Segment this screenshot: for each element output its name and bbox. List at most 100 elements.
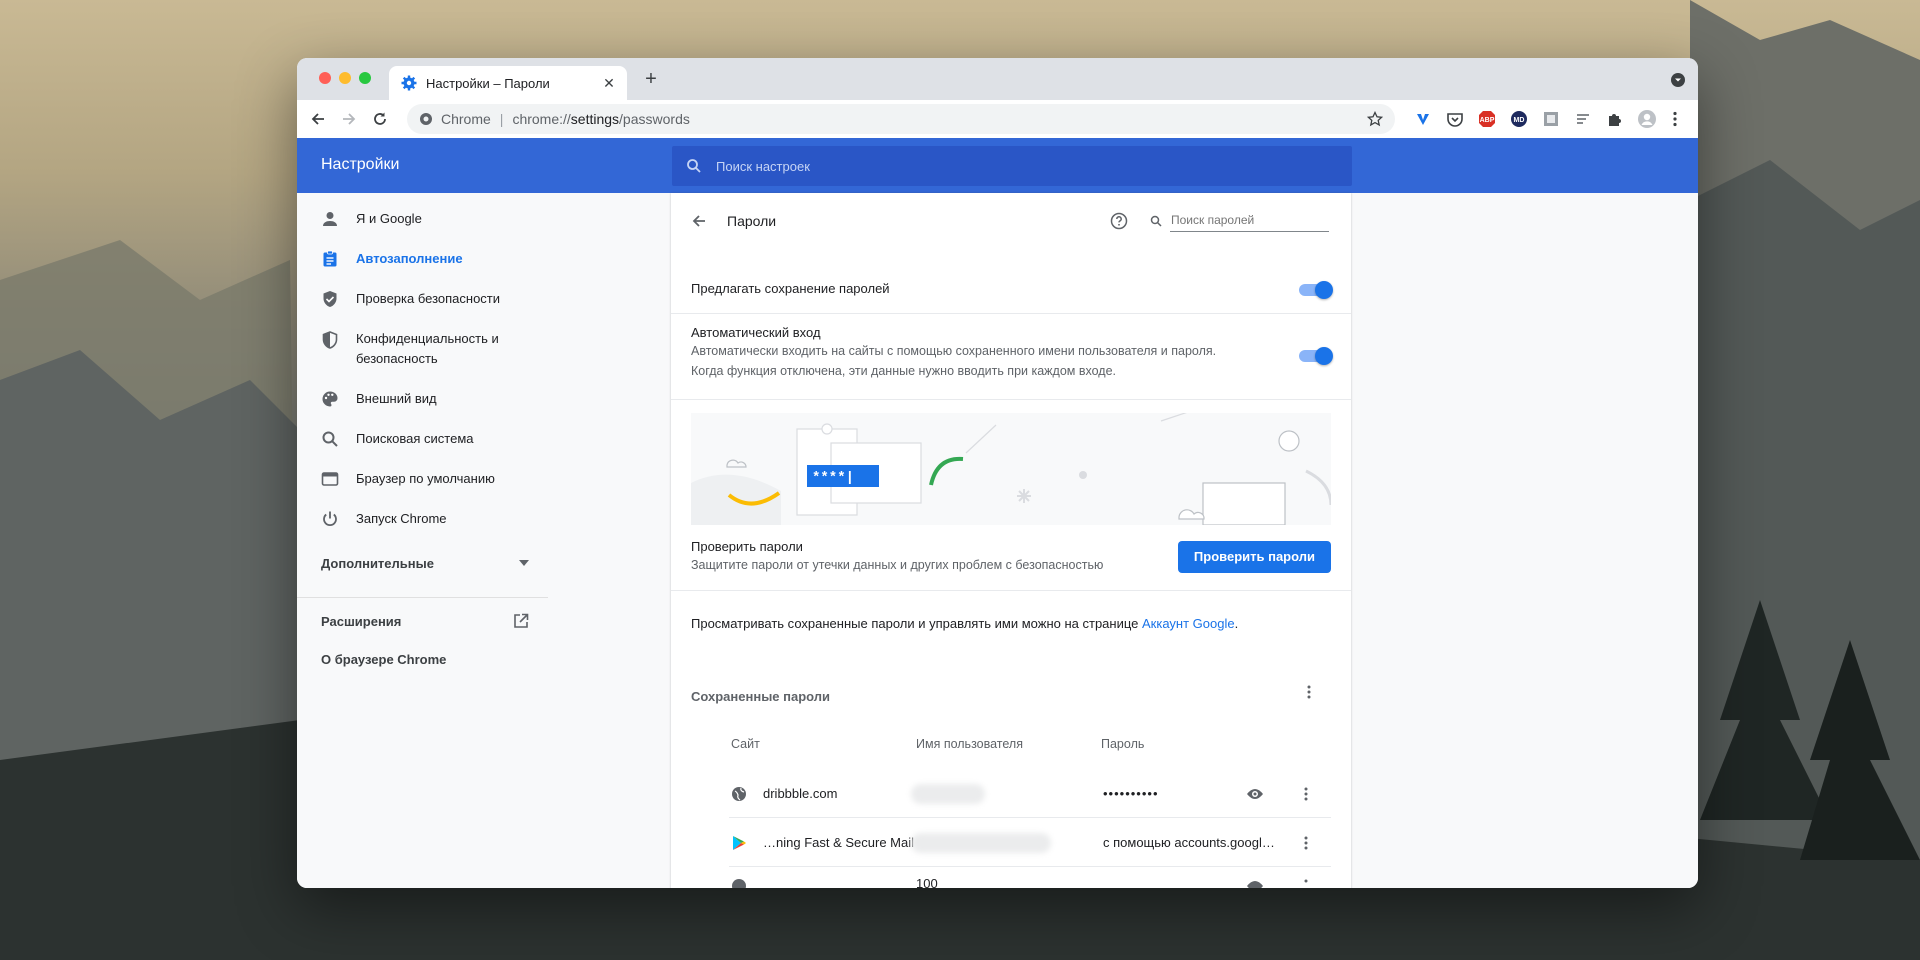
- new-tab-button[interactable]: +: [640, 69, 662, 91]
- adblock-plus-icon[interactable]: ABP: [1477, 109, 1497, 129]
- blurred-username: [911, 833, 1051, 853]
- image-extension-icon[interactable]: [1541, 109, 1561, 129]
- sidebar-item-safety-check[interactable]: Проверка безопасности: [297, 279, 500, 319]
- globe-icon: [732, 787, 746, 801]
- settings-search-input[interactable]: [714, 157, 1318, 175]
- tab-search-icon[interactable]: [1670, 72, 1686, 88]
- offer-save-toggle[interactable]: [1299, 281, 1333, 299]
- divider: [671, 399, 1351, 400]
- auto-signin-desc-line1: Автоматически входить на сайты с помощью…: [691, 344, 1217, 358]
- more-vertical-icon[interactable]: [1298, 835, 1314, 851]
- maximize-window-button[interactable]: [359, 72, 371, 84]
- sidebar-item-label: Я и Google: [356, 211, 422, 226]
- tab-title: Настройки – Пароли: [426, 75, 550, 91]
- address-bar[interactable]: Chrome | chrome://settings/passwords: [407, 104, 1395, 134]
- markdown-icon[interactable]: MD: [1509, 109, 1529, 129]
- close-window-button[interactable]: [319, 72, 331, 84]
- google-account-link[interactable]: Аккаунт Google: [1142, 616, 1235, 631]
- person-icon: [323, 212, 337, 226]
- password-cell: ••••••••••: [1103, 786, 1159, 801]
- saved-passwords-title: Сохраненные пароли: [691, 689, 831, 704]
- sidebar-advanced[interactable]: Дополнительные: [321, 553, 529, 573]
- sidebar-item-autofill[interactable]: Автозаполнение: [297, 239, 463, 279]
- saved-passwords-header: Сохраненные пароли: [671, 685, 1351, 713]
- toggle-knob: [1315, 347, 1333, 365]
- site-label: Chrome: [441, 111, 491, 127]
- url-divider: |: [499, 111, 504, 127]
- page-title: Пароли: [727, 213, 777, 229]
- check-passwords-row: Проверить пароли Защитите пароли от утеч…: [671, 539, 1351, 579]
- avatar-icon[interactable]: [1637, 109, 1657, 129]
- clipboard-icon: [323, 250, 337, 267]
- divider: [729, 866, 1331, 867]
- divider: [671, 590, 1351, 591]
- auto-signin-row: Автоматический вход Автоматически входит…: [671, 325, 1351, 385]
- sidebar-item-label: Поисковая система: [356, 431, 474, 446]
- chrome-site-icon: [420, 113, 432, 125]
- open-in-new-icon: [514, 613, 529, 628]
- reload-button[interactable]: [369, 108, 391, 130]
- shield-check-icon: [323, 291, 337, 307]
- url-prefix: chrome://: [512, 111, 571, 127]
- passwords-card: Пароли Предлагать сохранение паролей Авт…: [671, 193, 1351, 888]
- arrow-right-icon: [343, 113, 356, 125]
- search-icon: [322, 431, 338, 447]
- search-icon: [1150, 215, 1162, 227]
- more-vertical-icon[interactable]: [1298, 878, 1314, 888]
- sidebar-item-label: Автозаполнение: [356, 251, 463, 266]
- globe-icon: [732, 879, 746, 888]
- settings-title: Настройки: [321, 156, 400, 173]
- sidebar-item-on-startup[interactable]: Запуск Chrome: [297, 499, 447, 539]
- more-vertical-icon[interactable]: [1298, 786, 1314, 802]
- extension-v-icon[interactable]: [1413, 109, 1433, 129]
- masked-password-text: ****|: [812, 470, 854, 486]
- forward-button[interactable]: [338, 108, 360, 130]
- site-cell: …ning Fast & Secure Mail: [763, 835, 915, 850]
- auto-signin-desc-line2: Когда функция отключена, эти данные нужн…: [691, 364, 1116, 378]
- more-vertical-icon[interactable]: [1301, 684, 1317, 700]
- back-button[interactable]: [307, 108, 329, 130]
- puzzle-icon[interactable]: [1605, 109, 1625, 129]
- sidebar-advanced-label: Дополнительные: [321, 555, 434, 571]
- sidebar-item-search-engine[interactable]: Поисковая система: [297, 419, 474, 459]
- column-header-username: Имя пользователя: [916, 737, 1023, 751]
- more-vertical-icon[interactable]: [1665, 109, 1685, 129]
- pocket-icon[interactable]: [1445, 109, 1465, 129]
- eye-icon[interactable]: [1246, 878, 1264, 888]
- table-row: …ning Fast & Secure Mail с помощью accou…: [671, 819, 1351, 867]
- search-icon: [687, 159, 701, 173]
- column-header-password: Пароль: [1101, 737, 1145, 751]
- sidebar-item-appearance[interactable]: Внешний вид: [297, 379, 437, 419]
- offer-save-row: Предлагать сохранение паролей: [671, 275, 1351, 305]
- sidebar-extensions-label: Расширения: [321, 613, 402, 629]
- reading-list-icon[interactable]: [1573, 109, 1593, 129]
- sidebar-item-label: Проверка безопасности: [356, 291, 501, 306]
- reload-icon: [374, 112, 386, 125]
- close-tab-icon[interactable]: ✕: [601, 75, 617, 91]
- star-icon[interactable]: [1367, 111, 1383, 127]
- sidebar-item-extensions[interactable]: Расширения: [321, 611, 529, 631]
- manage-text: Просматривать сохраненные пароли и управ…: [691, 616, 1238, 631]
- settings-search[interactable]: [672, 146, 1352, 186]
- sidebar-item-default-browser[interactable]: Браузер по умолчанию: [297, 459, 495, 499]
- auto-signin-toggle[interactable]: [1299, 347, 1333, 365]
- sidebar-item-about[interactable]: О браузере Chrome: [321, 651, 446, 669]
- eye-icon[interactable]: [1246, 786, 1264, 802]
- minimize-window-button[interactable]: [339, 72, 351, 84]
- sidebar-item-label: Конфиденциальность и безопасность: [356, 331, 499, 366]
- sidebar-item-privacy[interactable]: Конфиденциальность и безопасность: [297, 319, 516, 379]
- sidebar-item-you-and-google[interactable]: Я и Google: [297, 199, 422, 239]
- blurred-username: [911, 784, 985, 804]
- passwords-header: Пароли: [671, 193, 1351, 249]
- help-icon[interactable]: [1110, 212, 1128, 230]
- password-search-input[interactable]: [1170, 211, 1329, 232]
- back-arrow-icon[interactable]: [691, 213, 707, 229]
- url-host: settings: [570, 111, 620, 127]
- check-passwords-button[interactable]: Проверить пароли: [1177, 541, 1331, 573]
- table-row: dribbble.com ••••••••••: [671, 770, 1351, 818]
- settings-header: Настройки: [297, 138, 1698, 193]
- tab-bar: Настройки – Пароли ✕ +: [297, 58, 1698, 100]
- password-check-illustration: ****|: [691, 413, 1331, 525]
- tab-settings-passwords[interactable]: Настройки – Пароли ✕: [389, 66, 627, 100]
- svg-text:MD: MD: [1514, 117, 1525, 124]
